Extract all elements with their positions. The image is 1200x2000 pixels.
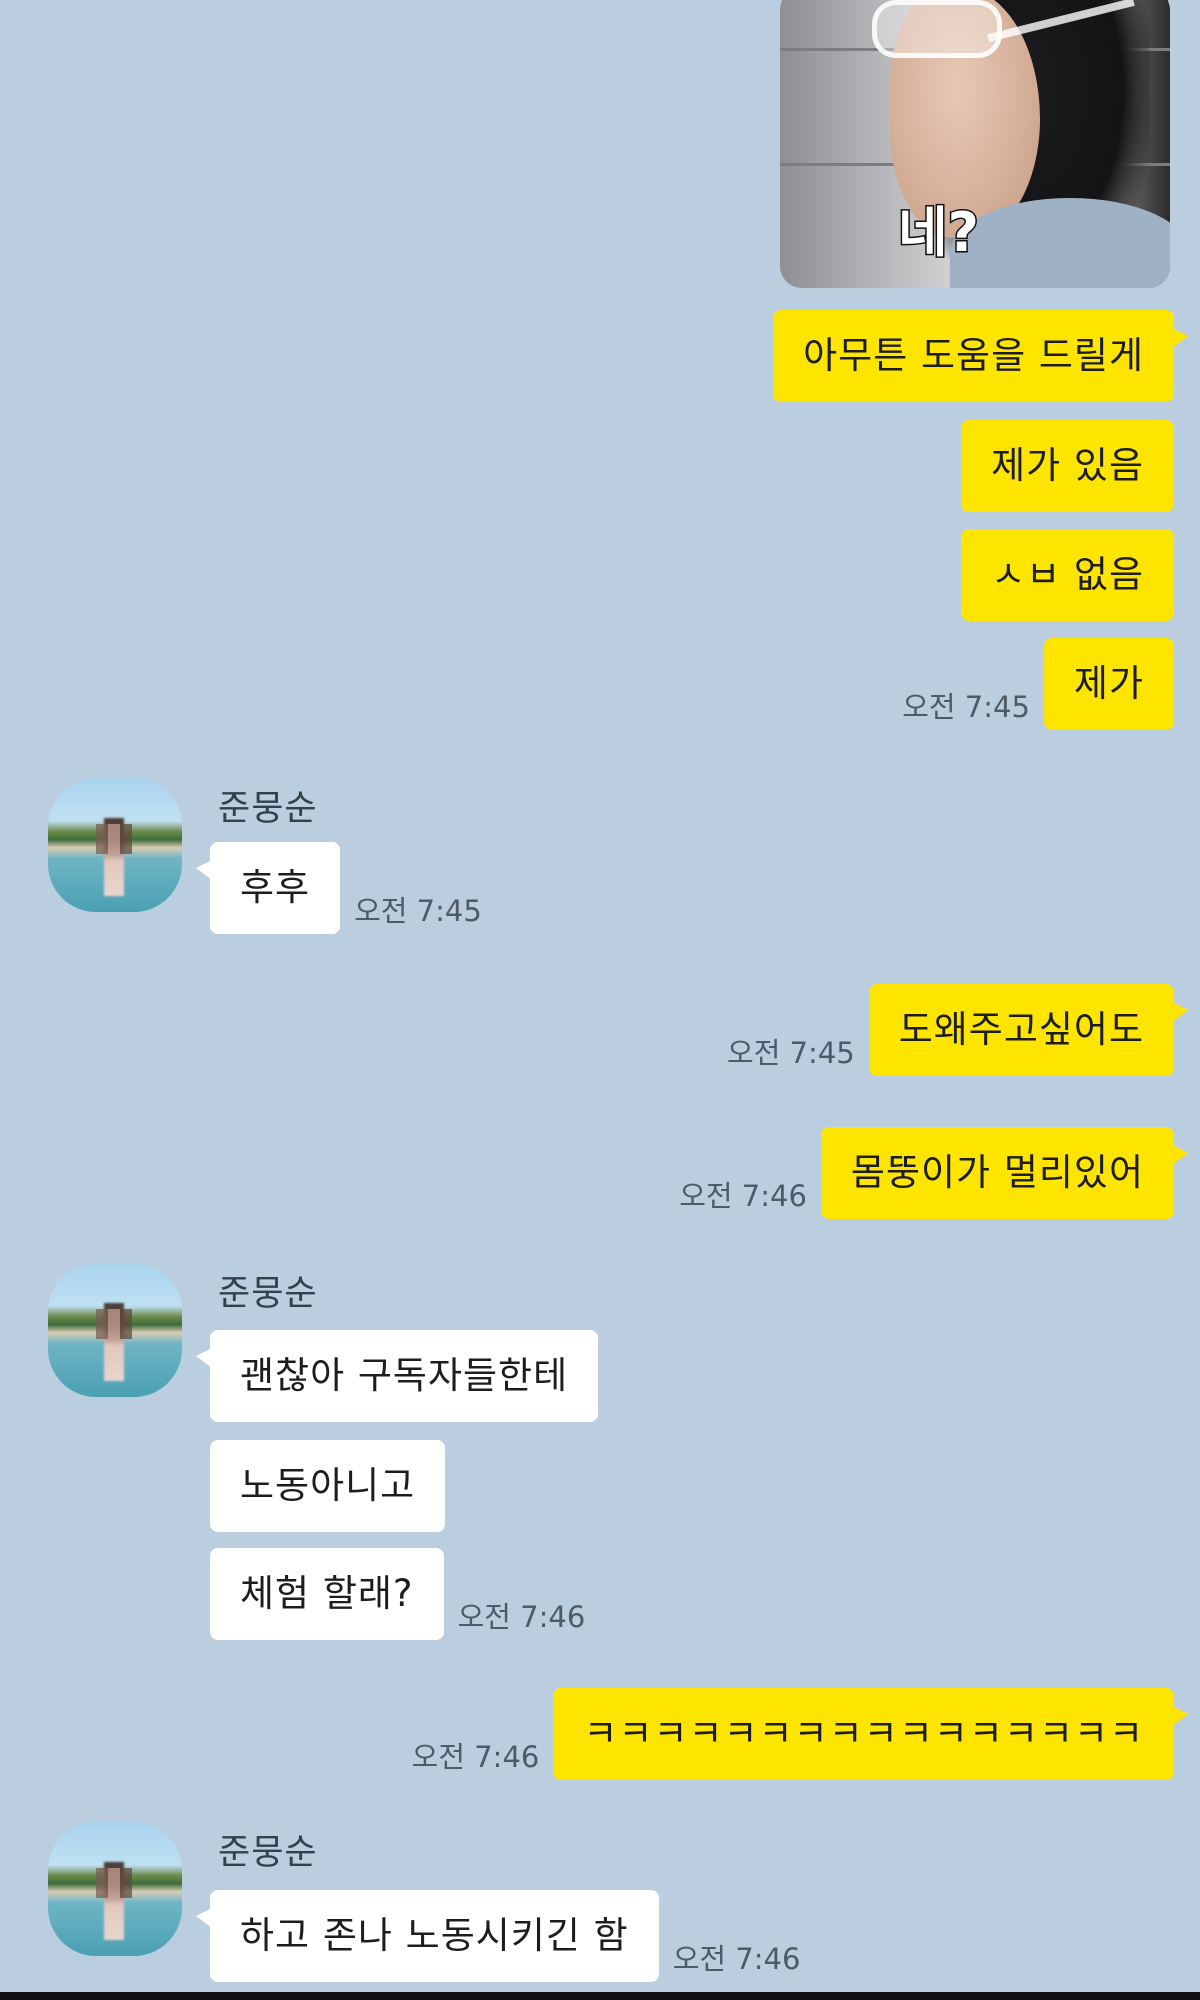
shared-photo[interactable]: 네? xyxy=(780,0,1170,288)
message-timestamp: 오전 7:46 xyxy=(679,1179,807,1213)
my-message-bubble[interactable]: 도왜주고싶어도 xyxy=(868,984,1189,1076)
my-message-row: 오전 7:45 도왜주고싶어도 xyxy=(727,984,1189,1076)
their-message-row: 후후 오전 7:45 xyxy=(195,842,482,934)
their-message-bubble[interactable]: 체험 할래? xyxy=(210,1548,444,1640)
their-message-bubble[interactable]: 하고 존나 노동시키긴 함 xyxy=(196,1890,659,1982)
message-timestamp: 오전 7:45 xyxy=(354,894,482,928)
my-message-row: ㅅㅂ 없음 xyxy=(961,529,1174,621)
my-message-bubble[interactable]: ㅅㅂ 없음 xyxy=(961,529,1174,621)
their-message-row: 체험 할래? 오전 7:46 xyxy=(210,1548,585,1640)
message-timestamp: 오전 7:46 xyxy=(411,1740,540,1774)
their-message-bubble[interactable]: 노동아니고 xyxy=(210,1440,446,1532)
my-message-bubble[interactable]: ㅋㅋㅋㅋㅋㅋㅋㅋㅋㅋㅋㅋㅋㅋㅋㅋ xyxy=(553,1688,1188,1780)
sender-avatar[interactable] xyxy=(48,1263,182,1397)
message-timestamp: 오전 7:46 xyxy=(457,1600,586,1634)
my-message-row: 오전 7:46 ㅋㅋㅋㅋㅋㅋㅋㅋㅋㅋㅋㅋㅋㅋㅋㅋ xyxy=(411,1688,1188,1780)
my-message-row: 제가 있음 xyxy=(961,420,1174,512)
photo-caption: 네? xyxy=(896,200,980,266)
sender-name: 준뭉순 xyxy=(218,1274,318,1314)
sender-avatar[interactable] xyxy=(48,1822,182,1956)
message-timestamp: 오전 7:45 xyxy=(727,1036,855,1070)
my-message-bubble[interactable]: 아무튼 도움을 드릴게 xyxy=(773,310,1188,402)
message-timestamp: 오전 7:45 xyxy=(902,690,1030,724)
my-message-row: 오전 7:46 몸뚱이가 멀리있어 xyxy=(679,1127,1189,1219)
their-message-bubble[interactable]: 후후 xyxy=(195,842,341,934)
my-message-row: 아무튼 도움을 드릴게 xyxy=(773,310,1188,402)
sender-avatar[interactable] xyxy=(48,778,182,912)
their-message-bubble[interactable]: 괜찮아 구독자들한테 xyxy=(195,1330,599,1422)
message-timestamp: 오전 7:46 xyxy=(672,1942,801,1976)
their-message-row: 노동아니고 xyxy=(210,1440,446,1532)
my-message-bubble[interactable]: 몸뚱이가 멀리있어 xyxy=(820,1127,1189,1219)
chat-area: 네? 아무튼 도움을 드릴게 제가 있음 ㅅㅂ 없음 오전 7:45 제가 준뭉… xyxy=(0,0,1200,2000)
my-message-row: 오전 7:45 제가 xyxy=(902,638,1174,730)
my-message-bubble[interactable]: 제가 있음 xyxy=(961,420,1174,512)
sender-name: 준뭉순 xyxy=(218,1833,318,1873)
their-message-row: 하고 존나 노동시키긴 함 오전 7:46 xyxy=(196,1890,801,1982)
bottom-edge-bar xyxy=(0,1992,1200,2000)
my-message-bubble[interactable]: 제가 xyxy=(1043,638,1174,730)
their-message-row: 괜찮아 구독자들한테 xyxy=(195,1330,599,1422)
sender-name: 준뭉순 xyxy=(218,789,318,829)
